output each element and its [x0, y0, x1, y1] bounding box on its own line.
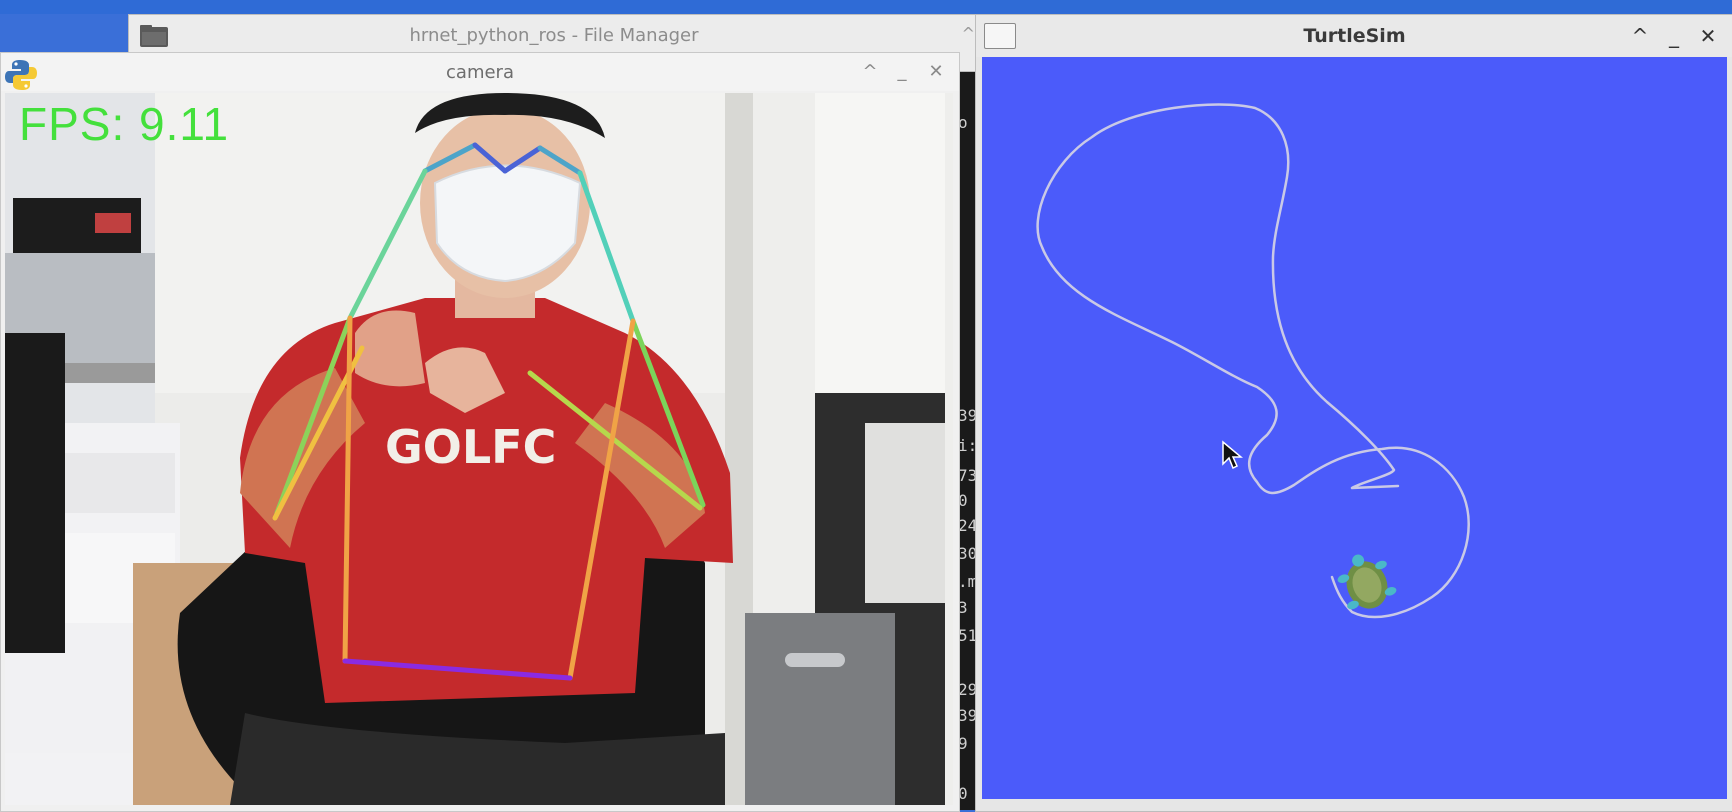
turtlesim-titlebar[interactable]: TurtleSim ^ _ ✕ — [976, 15, 1732, 57]
fps-counter: FPS: 9.11 — [19, 98, 230, 150]
close-button[interactable]: ✕ — [1694, 23, 1722, 49]
file-manager-title[interactable]: hrnet_python_ros - File Manager — [129, 25, 979, 46]
camera-feed: GOLFC FPS: 9.11 — [5, 93, 953, 805]
maximize-button[interactable]: ^ — [857, 59, 883, 85]
desktop-background — [0, 0, 1732, 14]
minimize-button[interactable]: _ — [889, 59, 915, 85]
camera-titlebar[interactable]: camera ^ _ ✕ — [1, 53, 959, 91]
maximize-button[interactable]: ^ — [1626, 23, 1654, 49]
turtle-icon — [1337, 554, 1397, 610]
turtlesim-title: TurtleSim — [1303, 25, 1406, 47]
turtle-trail — [1036, 103, 1470, 619]
turtlesim-canvas[interactable] — [982, 57, 1727, 799]
close-button[interactable]: ✕ — [923, 59, 949, 85]
mouse-pointer-icon — [1222, 440, 1243, 470]
svg-text:GOLFC: GOLFC — [385, 420, 556, 474]
minimize-button[interactable]: _ — [1660, 23, 1688, 49]
camera-title: camera — [446, 62, 514, 83]
camera-scene: GOLFC — [5, 93, 953, 805]
maximize-icon[interactable]: ^ — [962, 24, 975, 43]
turtlesim-window[interactable]: TurtleSim ^ _ ✕ — [975, 14, 1732, 812]
camera-window[interactable]: camera ^ _ ✕ GOLFC FPS: 9.11 — [0, 52, 960, 812]
